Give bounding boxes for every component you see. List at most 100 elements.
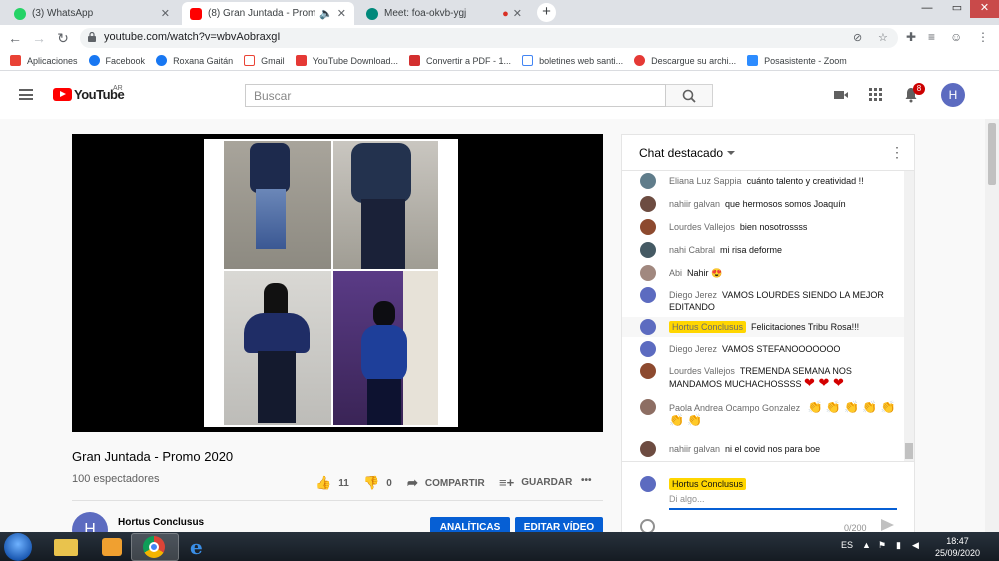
address-bar[interactable]: youtube.com/watch?v=wbvAobraxgI ⊘ ☆ [80, 28, 898, 48]
avatar [640, 319, 656, 335]
chat-author[interactable]: Paola Andrea Ocampo Gonzalez [669, 403, 800, 413]
bookmark-label: boletines web santi... [539, 55, 624, 66]
bookmark-roxana[interactable]: Roxana Gaitán [156, 55, 233, 66]
bookmark-label: Aplicaciones [27, 55, 78, 66]
scrollbar-thumb[interactable] [905, 443, 913, 459]
media-control-icon[interactable]: ≡ [928, 30, 935, 44]
page-scrollbar[interactable] [985, 119, 999, 532]
avatar [640, 287, 656, 303]
share-arrow-icon: ➦ [407, 475, 418, 490]
chat-author[interactable]: Diego Jerez [669, 344, 717, 354]
youtube-logo-icon[interactable] [53, 88, 72, 101]
like-button[interactable]: 👍 11 [315, 475, 349, 491]
facebook-icon [156, 55, 168, 66]
chat-author-owner-badge[interactable]: Hortus Conclusus [669, 321, 747, 333]
chat-author[interactable]: Lourdes Vallejos [669, 222, 735, 232]
tab-whatsapp[interactable]: (3) WhatsApp ✕ [6, 2, 178, 25]
reload-icon[interactable]: ↻ [54, 29, 72, 47]
more-actions-button[interactable]: ••• [581, 475, 592, 486]
apps-icon[interactable] [868, 87, 884, 103]
chat-text: bien nosotrossss [739, 222, 808, 232]
tab-label: Meet: foa-okvb-ygj [384, 8, 467, 19]
chat-author[interactable]: Lourdes Vallejos [669, 366, 735, 376]
volume-icon[interactable]: ◀ [912, 540, 919, 551]
close-icon[interactable]: ✕ [513, 7, 522, 20]
close-icon[interactable]: ✕ [337, 7, 346, 20]
create-video-icon[interactable] [833, 87, 849, 103]
minimize-button[interactable]: — [912, 0, 942, 18]
bookmark-youtube-download[interactable]: YouTube Download... [295, 55, 398, 66]
tab-youtube[interactable]: (8) Gran Juntada - Promo 20 🔈 ✕ [182, 2, 354, 25]
taskbar-explorer[interactable] [42, 533, 90, 561]
profile-icon[interactable]: ☺ [950, 30, 962, 44]
lock-icon [88, 32, 96, 42]
avatar [640, 363, 656, 379]
tab-meet[interactable]: Meet: foa-okvb-ygj ● ✕ [358, 2, 530, 25]
google-icon [522, 55, 534, 66]
chat-mode-dropdown[interactable]: Chat destacado [639, 146, 723, 160]
save-button[interactable]: ≡+ GUARDAR [499, 475, 572, 490]
close-window-button[interactable]: ✕ [970, 0, 999, 18]
chat-scrollbar[interactable] [904, 171, 914, 461]
chat-author[interactable]: nahiir galvan [669, 444, 720, 454]
user-avatar[interactable]: H [941, 83, 965, 107]
save-label: GUARDAR [521, 477, 573, 488]
like-count: 11 [338, 477, 349, 489]
windows-start-icon[interactable] [4, 533, 32, 561]
action-center-icon[interactable]: ⚑ [878, 540, 886, 551]
share-button[interactable]: ➦ COMPARTIR [407, 475, 485, 491]
taskbar-ie[interactable]: e [178, 533, 226, 561]
chat-author[interactable]: Eliana Luz Sappia [669, 176, 742, 186]
url-text: youtube.com/watch?v=wbvAobraxgI [104, 31, 281, 43]
network-icon[interactable]: ▮ [896, 540, 901, 551]
more-vert-icon[interactable]: ⋮ [890, 144, 904, 161]
bookmark-facebook[interactable]: Facebook [88, 55, 146, 66]
youtube-header: YouTube AR Buscar 8 H [0, 71, 999, 119]
maximize-button[interactable]: ▭ [942, 0, 972, 18]
chat-text: VAMOS STEFANOOOOOOO [722, 344, 841, 354]
speaker-icon[interactable]: 🔈 [319, 7, 333, 20]
taskbar-media-player[interactable] [88, 533, 136, 561]
chat-author[interactable]: Abi [669, 268, 682, 278]
system-clock[interactable]: 18:47 25/09/2020 [935, 535, 980, 559]
avatar [640, 196, 656, 212]
language-indicator[interactable]: ES [841, 540, 853, 550]
menu-icon[interactable]: ⋮ [977, 30, 989, 44]
new-tab-button[interactable]: + [537, 3, 556, 22]
dislike-button[interactable]: 👎 0 [363, 475, 392, 491]
bookmark-boletines[interactable]: boletines web santi... [522, 55, 623, 66]
back-arrow-icon[interactable]: ← [6, 29, 24, 47]
bookmark-pdf[interactable]: Convertir a PDF - 1... [409, 55, 511, 66]
avatar [640, 242, 656, 258]
chat-message: Diego Jerez VAMOS LOURDES SIENDO LA MEJOR… [622, 287, 904, 317]
close-icon[interactable]: ✕ [161, 7, 170, 20]
chat-author[interactable]: nahi Cabral [669, 245, 715, 255]
scrollbar-thumb[interactable] [988, 123, 996, 185]
video-collage-tile [224, 271, 331, 425]
youtube-favicon-icon [190, 7, 202, 20]
extensions-icon[interactable]: ✚ [906, 30, 916, 44]
avatar [640, 476, 656, 492]
search-button[interactable] [666, 84, 713, 107]
bookmark-zoom[interactable]: Posasistente - Zoom [747, 55, 847, 66]
hamburger-menu-icon[interactable] [19, 89, 33, 100]
bookmark-aplicaciones[interactable]: Aplicaciones [10, 55, 78, 66]
send-icon[interactable] [881, 519, 894, 531]
bookmark-label: Facebook [105, 55, 146, 66]
search-input[interactable]: Buscar [245, 84, 666, 107]
show-hidden-icons-icon[interactable]: ▲ [862, 540, 871, 550]
chat-author[interactable]: Diego Jerez [669, 290, 717, 300]
chat-input-field[interactable]: Di algo... [669, 494, 897, 510]
chevron-down-icon[interactable] [727, 151, 735, 155]
forward-arrow-icon[interactable]: → [30, 29, 48, 47]
channel-name[interactable]: Hortus Conclusus [118, 517, 204, 528]
bookmark-gmail[interactable]: Gmail [244, 55, 285, 66]
search-placeholder: Buscar [254, 89, 292, 103]
star-icon[interactable]: ☆ [878, 31, 888, 44]
taskbar-chrome[interactable] [131, 533, 179, 561]
bookmark-descargue[interactable]: Descargue su archi... [634, 55, 736, 66]
chat-author[interactable]: nahiir galvan [669, 199, 720, 209]
chat-message: nahiir galvan que hermosos somos Joaquín [622, 196, 904, 216]
camera-blocked-icon[interactable]: ⊘ [853, 31, 862, 44]
apps-grid-icon [10, 55, 21, 66]
